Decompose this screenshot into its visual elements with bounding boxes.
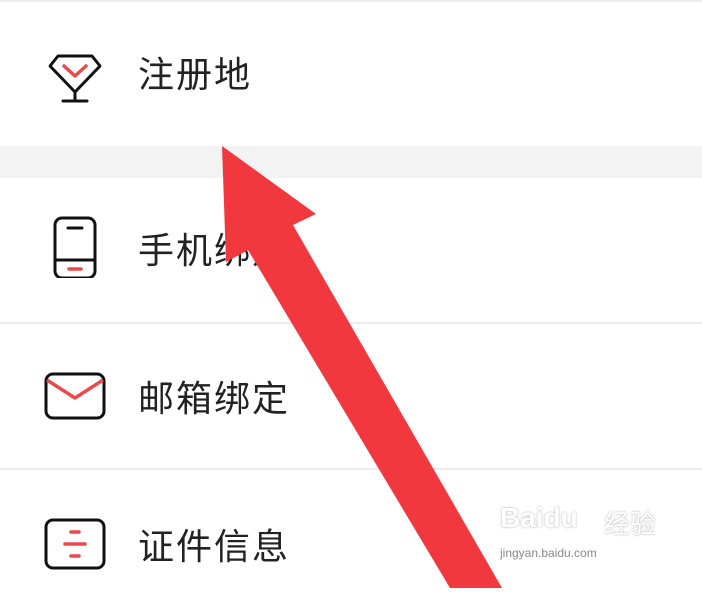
watermark-domain: jingyan.baidu.com [500, 546, 597, 560]
menu-item-phone-binding[interactable]: 手机绑定 [0, 178, 702, 324]
menu-item-label: 注册地 [138, 55, 253, 96]
menu-item-email-binding[interactable]: 邮箱绑定 [0, 324, 702, 470]
menu-item-label: 手机绑定 [138, 231, 291, 272]
envelope-icon [44, 372, 106, 420]
baidu-jingyan-watermark: Baidu 经验 jingyan.baidu.com [500, 494, 670, 564]
menu-item-label: 证件信息 [138, 527, 291, 568]
menu-item-label: 邮箱绑定 [138, 379, 291, 420]
watermark-brand: Baidu [500, 502, 578, 533]
menu-item-registration-place[interactable]: 注册地 [0, 2, 702, 146]
location-diamond-icon [48, 54, 102, 103]
section-gap [0, 146, 702, 178]
phone-icon [53, 216, 97, 278]
id-card-icon [44, 518, 106, 570]
watermark-suffix: 经验 [604, 510, 657, 540]
